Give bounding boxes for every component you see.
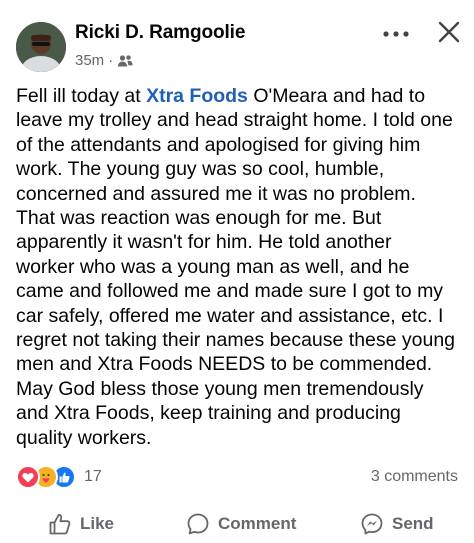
friends-icon <box>117 54 133 66</box>
more-options-icon[interactable] <box>381 26 411 42</box>
meta-separator: · <box>108 52 114 69</box>
post-meta: 35m · <box>75 52 133 69</box>
post-line: car safely, offered me water and assista… <box>16 304 444 327</box>
send-button[interactable]: Send <box>360 511 434 537</box>
avatar[interactable] <box>16 22 66 72</box>
post-line: worker who was a young man as well, and … <box>16 255 410 278</box>
like-button[interactable]: Like <box>48 511 114 537</box>
post-line: work. The young guy was so cool, humble, <box>16 158 385 181</box>
reaction-count[interactable]: 17 <box>84 468 102 486</box>
post-time[interactable]: 35m <box>75 52 104 69</box>
post-line: quality workers. <box>16 426 152 449</box>
reactions-summary[interactable]: 17 <box>16 465 102 489</box>
post-line: concerned and assured me it was no probl… <box>16 182 416 205</box>
action-bar: Like Comment Send <box>0 505 474 543</box>
post-line: apparently it wasn't for him. He told an… <box>16 231 392 254</box>
close-icon[interactable] <box>437 20 461 44</box>
post-line: regret not taking their names because th… <box>16 329 456 352</box>
post-header: Ricki D. Ramgoolie 35m · <box>0 0 474 80</box>
post-line: of the attendants and apologised for giv… <box>16 133 421 156</box>
comment-icon <box>187 513 209 535</box>
post-line: and Xtra Foods, keep training and produc… <box>16 402 401 425</box>
post-body: Fell ill today at Xtra Foods O'Meara and… <box>16 84 466 450</box>
post-line: May God bless those young men tremendous… <box>16 377 424 400</box>
xtra-foods-link[interactable]: Xtra Foods <box>146 85 248 107</box>
comment-button[interactable]: Comment <box>186 511 296 537</box>
author-name[interactable]: Ricki D. Ramgoolie <box>75 22 245 44</box>
post-line: men and Xtra Foods NEEDS to be commended… <box>16 353 433 376</box>
love-icon <box>16 465 40 489</box>
post-line: came and followed me and made sure I got… <box>16 280 444 303</box>
comment-label: Comment <box>218 514 297 533</box>
comments-count[interactable]: 3 comments <box>371 468 458 486</box>
post-line: leave my trolley and head straight home.… <box>16 109 453 132</box>
messenger-icon <box>361 513 383 535</box>
post-line: That was reaction was enough for me. But <box>16 207 382 230</box>
send-label: Send <box>392 514 434 533</box>
post-line: Fell ill today at Xtra Foods O'Meara and… <box>16 85 426 107</box>
like-label: Like <box>80 514 115 533</box>
thumbs-up-icon <box>49 513 71 535</box>
